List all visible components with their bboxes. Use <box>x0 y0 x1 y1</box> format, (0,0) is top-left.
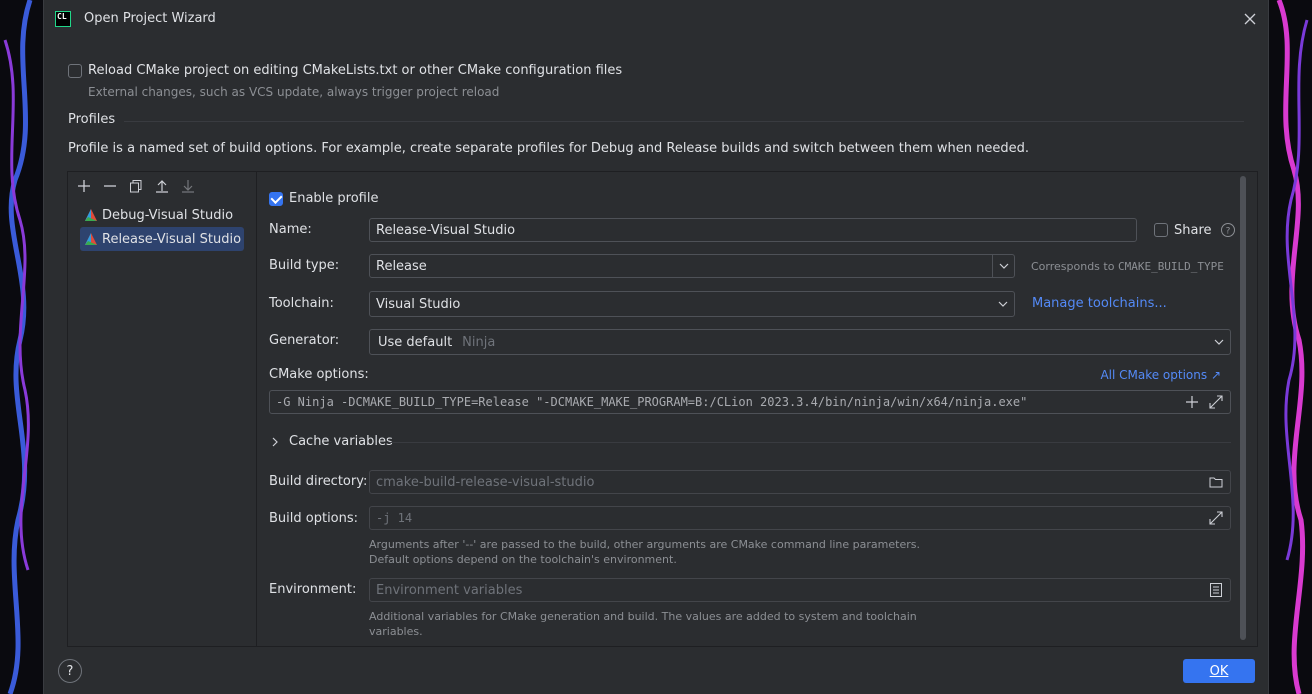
environment-hint: Additional variables for CMake generatio… <box>369 609 917 639</box>
environment-label: Environment: <box>269 582 357 597</box>
cache-variables-toggle[interactable]: Cache variables <box>271 434 393 449</box>
share-checkbox[interactable] <box>1154 223 1168 237</box>
open-project-wizard-dialog: CL Open Project Wizard Reload CMake proj… <box>43 0 1269 694</box>
build-type-hint-text: Corresponds to <box>1031 260 1118 273</box>
build-options-value: -j 14 <box>376 511 413 525</box>
name-label: Name: <box>269 222 312 237</box>
desktop-background-left <box>3 0 33 694</box>
generator-combo[interactable]: Use default Ninja <box>369 329 1231 355</box>
build-type-value: Release <box>376 258 427 274</box>
title-bar: CL Open Project Wizard <box>44 0 1268 38</box>
cache-variables-label: Cache variables <box>289 434 393 449</box>
reload-checkbox[interactable] <box>68 63 82 78</box>
profile-item-release[interactable]: Release-Visual Studio <box>80 227 244 251</box>
build-options-label: Build options: <box>269 511 359 526</box>
toolchain-combo[interactable]: Visual Studio <box>369 291 1015 317</box>
help-icon[interactable]: ? <box>1220 222 1236 238</box>
generator-label: Generator: <box>269 333 340 348</box>
profiles-toolbar <box>68 172 256 199</box>
generator-value: Use default <box>378 334 453 350</box>
svg-text:?: ? <box>1225 227 1230 237</box>
reload-option: Reload CMake project on editing CMakeLis… <box>68 63 622 78</box>
environment-hint-line: variables. <box>369 625 423 638</box>
section-divider <box>124 121 1244 122</box>
add-profile-button[interactable] <box>72 174 96 198</box>
ok-button[interactable]: OK <box>1183 659 1255 683</box>
plus-icon <box>78 179 90 192</box>
move-up-button[interactable] <box>150 174 174 198</box>
arrow-down-icon <box>182 179 194 193</box>
environment-placeholder: Environment variables <box>376 582 523 598</box>
help-button[interactable]: ? <box>58 659 82 683</box>
build-type-label: Build type: <box>269 258 340 273</box>
list-icon[interactable] <box>1208 582 1224 598</box>
cmake-options-field[interactable]: -G Ninja -DCMAKE_BUILD_TYPE=Release "-DC… <box>269 390 1231 414</box>
cmake-options-value: -G Ninja -DCMAKE_BUILD_TYPE=Release "-DC… <box>276 395 1028 409</box>
desktop-background-right <box>1276 0 1309 694</box>
folder-icon[interactable] <box>1208 474 1224 490</box>
build-options-field[interactable]: -j 14 <box>369 506 1231 530</box>
remove-profile-button[interactable] <box>98 174 122 198</box>
copy-icon <box>130 179 142 192</box>
profiles-panel: Debug-Visual Studio Release-Visual Studi… <box>67 171 1258 647</box>
cmake-icon <box>85 233 97 245</box>
build-directory-label: Build directory: <box>269 474 368 489</box>
manage-toolchains-link[interactable]: Manage toolchains... <box>1032 296 1167 311</box>
profile-settings-form: Enable profile Name: Release-Visual Stud… <box>258 172 1248 646</box>
move-down-button[interactable] <box>176 174 200 198</box>
enable-profile-label: Enable profile <box>289 191 379 206</box>
chevron-right-icon <box>272 437 278 446</box>
enable-profile-checkbox[interactable] <box>269 191 283 206</box>
all-cmake-options-link[interactable]: All CMake options ↗ <box>1100 368 1221 382</box>
reload-label: Reload CMake project on editing CMakeLis… <box>88 63 623 78</box>
share-option: Share ? <box>1154 222 1236 238</box>
chevron-down-icon[interactable] <box>992 255 1014 277</box>
profiles-list-pane: Debug-Visual Studio Release-Visual Studi… <box>68 172 257 646</box>
share-label: Share <box>1174 222 1212 238</box>
expand-icon[interactable] <box>1208 510 1224 526</box>
reload-hint: External changes, such as VCS update, al… <box>88 85 500 99</box>
chevron-down-icon[interactable] <box>1208 331 1230 353</box>
copy-profile-button[interactable] <box>124 174 148 198</box>
build-type-combo[interactable]: Release <box>369 254 1015 278</box>
environment-hint-line: Additional variables for CMake generatio… <box>369 610 917 623</box>
toolchain-label: Toolchain: <box>269 296 334 311</box>
profile-item-label: Debug-Visual Studio <box>102 207 234 223</box>
cmake-icon <box>85 209 97 221</box>
generator-hint: Ninja <box>462 334 496 350</box>
close-icon[interactable] <box>1242 11 1258 27</box>
build-directory-value: cmake-build-release-visual-studio <box>376 474 595 490</box>
expand-icon[interactable] <box>1208 394 1224 410</box>
build-options-hint: Arguments after '--' are passed to the b… <box>369 537 920 567</box>
plus-icon[interactable] <box>1184 394 1200 410</box>
profiles-section-title: Profiles <box>68 112 116 127</box>
profiles-description: Profile is a named set of build options.… <box>68 141 1029 156</box>
minus-icon <box>104 184 116 187</box>
build-type-hint: Corresponds to CMAKE_BUILD_TYPE <box>1031 260 1224 273</box>
environment-field[interactable]: Environment variables <box>369 578 1231 602</box>
build-options-hint-line: Default options depend on the toolchain'… <box>369 553 677 566</box>
cmake-options-label: CMake options: <box>269 367 369 382</box>
vertical-scrollbar[interactable] <box>1240 176 1246 640</box>
dialog-title: Open Project Wizard <box>84 11 216 26</box>
arrow-up-icon <box>156 179 168 193</box>
enable-profile-option: Enable profile <box>269 191 378 206</box>
build-options-hint-line: Arguments after '--' are passed to the b… <box>369 538 920 551</box>
build-directory-field[interactable]: cmake-build-release-visual-studio <box>369 470 1231 494</box>
chevron-down-icon[interactable] <box>992 293 1014 315</box>
clion-logo-icon: CL <box>55 11 71 27</box>
profile-item-debug[interactable]: Debug-Visual Studio <box>80 203 244 227</box>
build-type-hint-code: CMAKE_BUILD_TYPE <box>1117 260 1224 273</box>
name-field[interactable]: Release-Visual Studio <box>369 218 1137 242</box>
cache-variables-divider <box>389 442 1231 443</box>
profile-item-label: Release-Visual Studio <box>102 231 242 247</box>
toolchain-value: Visual Studio <box>376 296 461 312</box>
